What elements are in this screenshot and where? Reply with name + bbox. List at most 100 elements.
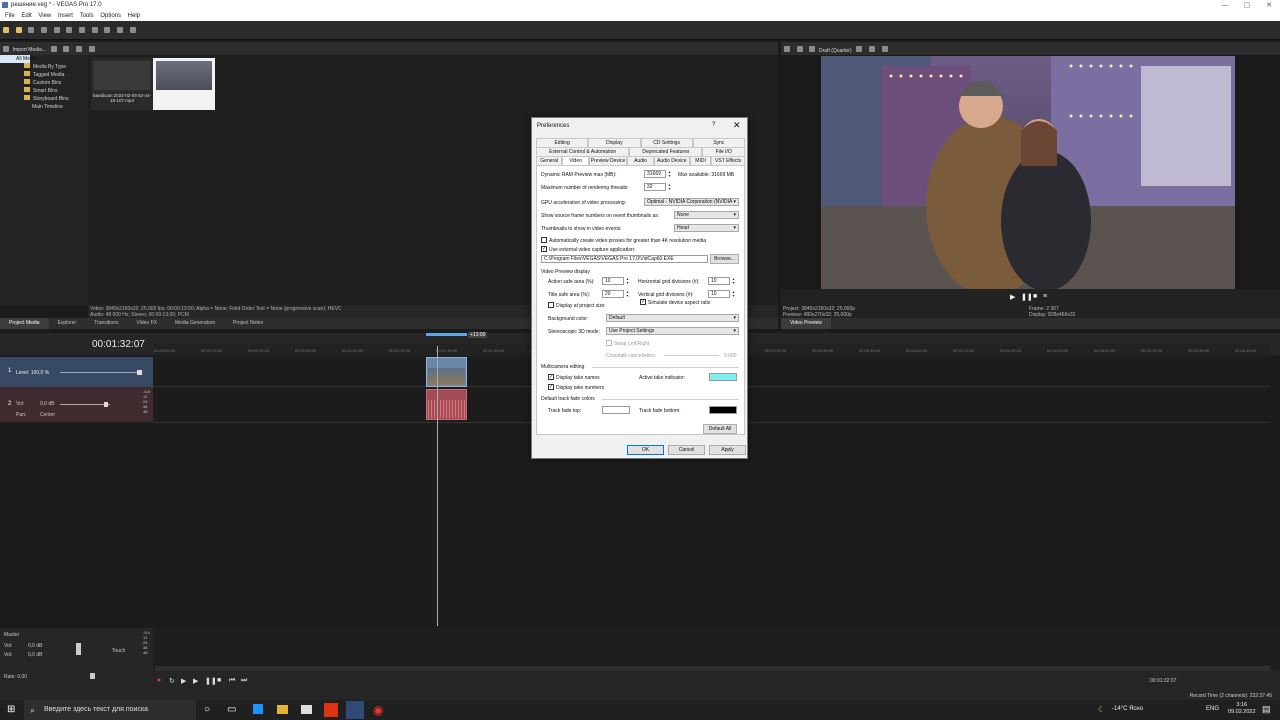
go-to-end-icon[interactable]: ⏭ bbox=[241, 677, 247, 685]
minimize-button[interactable]: — bbox=[1214, 0, 1236, 11]
menu-help[interactable]: Help bbox=[128, 11, 140, 21]
cancel-button[interactable]: Cancel bbox=[668, 445, 705, 455]
level-slider-handle[interactable] bbox=[137, 370, 142, 375]
mail-icon[interactable] bbox=[301, 705, 312, 714]
bg-color-select[interactable]: Default bbox=[606, 314, 739, 322]
play-icon[interactable] bbox=[76, 46, 83, 52]
active-take-color[interactable] bbox=[709, 373, 737, 381]
loop-icon[interactable]: ↻ bbox=[169, 677, 175, 685]
bin-media-by-type[interactable]: Media By Type bbox=[0, 63, 88, 71]
tab-project-notes[interactable]: Project Notes bbox=[224, 318, 272, 329]
stop-icon[interactable]: ■ bbox=[217, 677, 221, 684]
go-to-start-icon[interactable]: ⏮ bbox=[229, 677, 235, 685]
media-item-bandicam[interactable]: bandicam 2022-02-09 02-44-18-107.mp4 bbox=[91, 58, 153, 110]
menu-icon[interactable]: ≡ bbox=[1043, 293, 1047, 300]
apply-button[interactable]: Apply bbox=[709, 445, 746, 455]
threads-input[interactable]: 32 bbox=[644, 183, 666, 191]
default-all-button[interactable]: Default All bbox=[703, 424, 737, 434]
tab-external-control[interactable]: External Control & Automation bbox=[536, 147, 630, 156]
audio-event[interactable] bbox=[426, 389, 467, 420]
loop-region[interactable] bbox=[426, 333, 467, 336]
playhead-cursor[interactable] bbox=[437, 346, 438, 626]
gear-icon[interactable] bbox=[784, 46, 790, 52]
crosstalk-slider[interactable] bbox=[664, 355, 719, 356]
tab-sync[interactable]: Sync bbox=[692, 138, 745, 147]
threads-spinner[interactable]: ▴ ▾ bbox=[667, 183, 672, 191]
clock[interactable]: 3:16 09.02.2022 bbox=[1228, 702, 1256, 716]
rate-slider[interactable] bbox=[90, 673, 95, 679]
copy-icon[interactable] bbox=[91, 27, 98, 33]
master-fader[interactable] bbox=[76, 643, 81, 655]
tab-video-fx[interactable]: Video FX bbox=[127, 318, 165, 329]
auto-proxy-checkbox[interactable] bbox=[541, 237, 547, 243]
fade-top-color[interactable] bbox=[602, 406, 630, 414]
browse-button[interactable]: Browse... bbox=[710, 254, 739, 264]
take-names-checkbox[interactable]: ✓ bbox=[548, 374, 554, 380]
volume-slider-handle[interactable] bbox=[104, 402, 108, 407]
vgrid-input[interactable]: 10 bbox=[708, 290, 730, 298]
play-icon[interactable]: ▶ bbox=[1010, 293, 1015, 301]
tab-midi[interactable]: MIDI bbox=[689, 156, 712, 165]
language-indicator[interactable]: ENG bbox=[1206, 706, 1219, 712]
hgrid-input[interactable]: 10 bbox=[708, 277, 730, 285]
edge-icon[interactable] bbox=[253, 704, 263, 714]
hgrid-spinner[interactable]: ▴ ▾ bbox=[731, 277, 736, 285]
grid-icon[interactable] bbox=[856, 46, 863, 52]
cut-icon[interactable] bbox=[79, 27, 86, 33]
play-icon[interactable]: ▶ bbox=[193, 677, 198, 685]
paste-icon[interactable] bbox=[104, 27, 111, 33]
taskbar-search[interactable]: ⌕ Введите здесь текст для поиска bbox=[24, 700, 196, 720]
fx-icon[interactable] bbox=[809, 46, 816, 52]
pause-icon[interactable]: ❚❚ bbox=[205, 677, 217, 685]
menu-tools[interactable]: Tools bbox=[80, 11, 94, 21]
stop-icon[interactable] bbox=[88, 46, 95, 52]
copy-snapshot-icon[interactable] bbox=[868, 46, 875, 52]
menu-edit[interactable]: Edit bbox=[21, 11, 31, 21]
open-icon[interactable] bbox=[15, 27, 22, 33]
capture-icon[interactable] bbox=[50, 46, 57, 52]
opera-icon[interactable] bbox=[324, 703, 338, 717]
ext-capture-checkbox[interactable]: ✓ bbox=[541, 246, 547, 252]
tab-file-io[interactable]: File I/O bbox=[702, 147, 745, 156]
action-safe-spinner[interactable]: ▴ ▾ bbox=[625, 277, 630, 285]
simulate-aspect-checkbox[interactable]: ✓ bbox=[640, 299, 646, 305]
menu-options[interactable]: Options bbox=[100, 11, 121, 21]
import-media-button[interactable]: Import Media... bbox=[13, 47, 46, 53]
tab-transitions[interactable]: Transitions bbox=[85, 318, 127, 329]
video-track-header[interactable]: 1 Level: 100,0 % bbox=[0, 357, 153, 387]
vgrid-spinner[interactable]: ▴ ▾ bbox=[731, 290, 736, 298]
tab-video-preview[interactable]: Video Preview bbox=[781, 318, 831, 329]
explorer-icon[interactable] bbox=[277, 705, 288, 714]
ram-preview-input[interactable]: 31669 bbox=[644, 170, 666, 178]
ok-button[interactable]: OK bbox=[627, 445, 664, 455]
vegas-taskbar-icon[interactable] bbox=[346, 701, 364, 719]
bin-tagged-media[interactable]: Tagged Media bbox=[0, 71, 88, 79]
title-safe-spinner[interactable]: ▴ ▾ bbox=[625, 290, 630, 298]
record-icon[interactable]: ● bbox=[157, 677, 161, 684]
media-item-selected[interactable] bbox=[153, 58, 215, 110]
save-as-icon[interactable] bbox=[41, 27, 48, 33]
ram-spinner[interactable]: ▴ ▾ bbox=[667, 170, 672, 178]
tab-video[interactable]: Video bbox=[562, 156, 589, 165]
menu-view[interactable]: View bbox=[38, 11, 51, 21]
save-icon[interactable] bbox=[28, 27, 35, 33]
split-screen-icon[interactable] bbox=[796, 46, 803, 52]
video-event[interactable] bbox=[426, 357, 467, 387]
bin-custom-bins[interactable]: Custom Bins bbox=[0, 79, 88, 87]
bin-main-timeline[interactable]: Main Timeline bbox=[0, 103, 88, 111]
play-from-start-icon[interactable]: ▶ bbox=[181, 677, 186, 685]
stop-icon[interactable]: ■ bbox=[1033, 293, 1037, 300]
swap-lr-checkbox[interactable] bbox=[606, 340, 612, 346]
weather-text[interactable]: -14°C Ясно bbox=[1112, 706, 1143, 712]
tab-general[interactable]: General bbox=[536, 156, 563, 165]
maximize-button[interactable]: ▢ bbox=[1236, 0, 1258, 11]
tab-explorer[interactable]: Explorer bbox=[49, 318, 86, 329]
windows-start-icon[interactable]: ⊞ bbox=[7, 704, 15, 715]
close-button[interactable]: ✕ bbox=[1258, 0, 1280, 11]
menu-file[interactable]: File bbox=[5, 11, 15, 21]
display-project-size-checkbox[interactable] bbox=[548, 302, 554, 308]
audio-track-header[interactable]: 2 Vol: 0,0 dB Pan: Center -5,8 12 24 36 48 bbox=[0, 387, 153, 422]
stereo-3d-select[interactable]: Use Project Settings bbox=[606, 327, 739, 335]
tab-project-media[interactable]: Project Media bbox=[0, 318, 49, 329]
tab-vst-effects[interactable]: VST Effects bbox=[711, 156, 745, 165]
